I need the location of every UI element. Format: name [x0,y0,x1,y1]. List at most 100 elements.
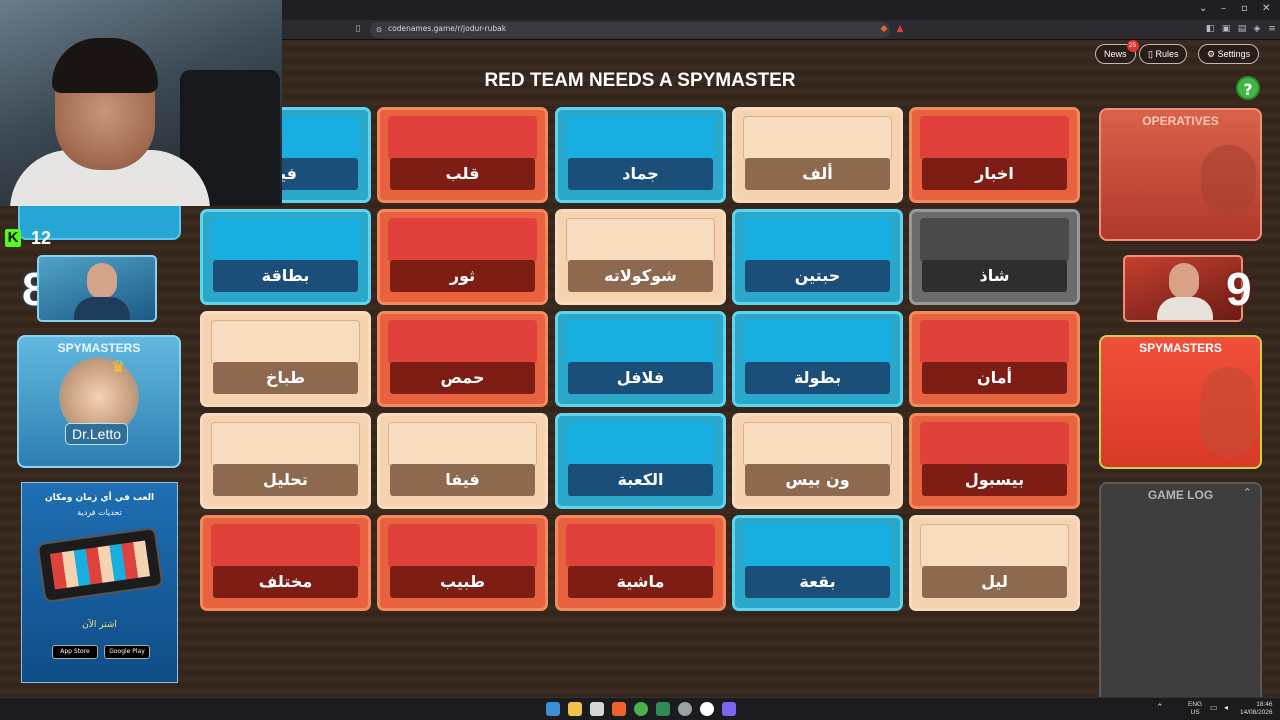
word-card[interactable]: مختلف [200,515,371,611]
wallet-icon[interactable]: ▤ [1236,23,1248,35]
word-card[interactable]: ون بيس [732,413,903,509]
word-card[interactable]: ماشية [555,515,726,611]
sidebar-icon[interactable]: ◧ [1204,23,1216,35]
operative-silhouette [1201,145,1256,215]
word-card[interactable]: طبيب [377,515,548,611]
minimize-icon[interactable]: – [1221,3,1226,14]
card-face [743,116,892,160]
card-word: شوكولاته [568,260,713,292]
ad-banner[interactable]: العب في أي زمان ومكان تحديات فردية اشتر … [21,482,178,683]
google-play-badge[interactable]: Google Play [104,645,150,659]
card-face [920,218,1069,262]
card-face [920,524,1069,568]
red-score: 9 [1226,263,1252,315]
word-card[interactable]: بطاقة [200,209,371,305]
word-card[interactable]: فيفا [377,413,548,509]
news-label: News [1104,49,1127,59]
chrome-icon[interactable] [634,702,648,716]
avatar-face [87,263,117,299]
bookmark-icon[interactable]: ▯ [352,23,364,35]
webcam-overlay [0,0,282,206]
word-card[interactable]: حمص [377,311,548,407]
ad-subline: تحديات فردية [77,508,122,517]
site-info-icon[interactable]: ⚙ [373,24,385,36]
word-card[interactable]: شوكولاته [555,209,726,305]
language-indicator[interactable]: ENG US [1188,701,1202,717]
word-card[interactable]: طباخ [200,311,371,407]
crown-icon: ♛ [111,357,126,376]
gear-icon: ⚙ [1207,49,1216,59]
obs-icon[interactable] [700,702,714,716]
word-card[interactable]: فلافل [555,311,726,407]
maximize-icon[interactable]: ▫ [1241,3,1248,14]
file-explorer-icon[interactable] [568,702,582,716]
card-face [211,524,360,568]
clock[interactable]: 18:46 14/08/2026 [1240,701,1273,717]
settings-button[interactable]: ⚙ Settings [1198,44,1260,64]
settings-app-icon[interactable] [678,702,692,716]
spymaster-silhouette [1201,367,1256,457]
card-word: فيفا [390,464,535,496]
ad-phone-image [36,526,164,604]
volume-icon[interactable]: ◂ [1224,704,1228,712]
language-top: ENG [1188,701,1203,708]
ad-cta[interactable]: اشتر الآن [22,620,177,630]
card-face [743,422,892,466]
game-log-title: GAME LOG [1147,488,1214,502]
word-card[interactable]: حبتين [732,209,903,305]
chevron-up-icon[interactable]: ⌃ [1243,486,1252,499]
word-card[interactable]: ثور [377,209,548,305]
word-card[interactable]: الكعبة [555,413,726,509]
word-card[interactable]: تحليل [200,413,371,509]
brave-icon[interactable] [612,702,626,716]
game-log-panel: GAME LOG ⌃ [1099,482,1262,697]
rules-label: Rules [1155,49,1179,59]
card-face [743,524,892,568]
news-count-badge: 25 [1126,40,1139,52]
word-card[interactable]: بقعة [732,515,903,611]
network-icon[interactable]: ▭ [1210,704,1218,712]
rules-button[interactable]: ▯ Rules [1139,44,1188,64]
card-face [388,320,537,364]
word-card[interactable]: اخبار [909,107,1080,203]
settings-label: Settings [1217,49,1251,59]
discord-icon[interactable] [722,702,736,716]
word-card[interactable]: بيسبول [909,413,1080,509]
webcam-person-hair [52,38,158,93]
menu-icon[interactable]: ≡ [1266,23,1278,35]
tabs-icon[interactable]: ▣ [1220,23,1232,35]
app-store-badge[interactable]: App Store [52,645,98,659]
rewards-icon[interactable]: ▲ [894,23,906,35]
word-card[interactable]: أمان [909,311,1080,407]
word-card[interactable]: ليل [909,515,1080,611]
card-word: بقعة [745,566,890,598]
word-card[interactable]: جماد [555,107,726,203]
chevron-up-icon[interactable]: ⌃ [1156,703,1164,712]
word-card[interactable]: قلب [377,107,548,203]
card-word: بطولة [745,362,890,394]
address-bar[interactable]: ⚙ codenames.game/r/jodur-rubak [370,22,890,38]
close-icon[interactable]: ✕ [1262,3,1270,14]
spymaster-name[interactable]: Dr.Letto [65,423,129,445]
blue-team-avatar [37,255,157,322]
word-card[interactable]: ألف [732,107,903,203]
blue-spymasters-panel: SPYMASTERS ♛ Dr.Letto [17,335,181,468]
bookmark-icon: ▯ [1148,49,1153,59]
card-word: بيسبول [922,464,1067,496]
calendar-icon[interactable] [590,702,604,716]
app-icon[interactable] [656,702,670,716]
start-icon[interactable] [546,702,560,716]
card-face [566,320,715,364]
brave-shield-icon[interactable]: ◆ [878,23,890,35]
vpn-icon[interactable]: ◈ [1251,23,1263,35]
red-spymasters-panel: SPYMASTERS [1099,335,1262,469]
card-word: تحليل [213,464,358,496]
help-button[interactable]: ? [1236,76,1260,100]
news-button[interactable]: News 25 [1095,40,1139,64]
card-word: جماد [568,158,713,190]
word-card[interactable]: شاذ [909,209,1080,305]
chevron-down-icon[interactable]: ⌄ [1199,3,1207,14]
card-word: طبيب [390,566,535,598]
word-card[interactable]: بطولة [732,311,903,407]
card-face [743,218,892,262]
